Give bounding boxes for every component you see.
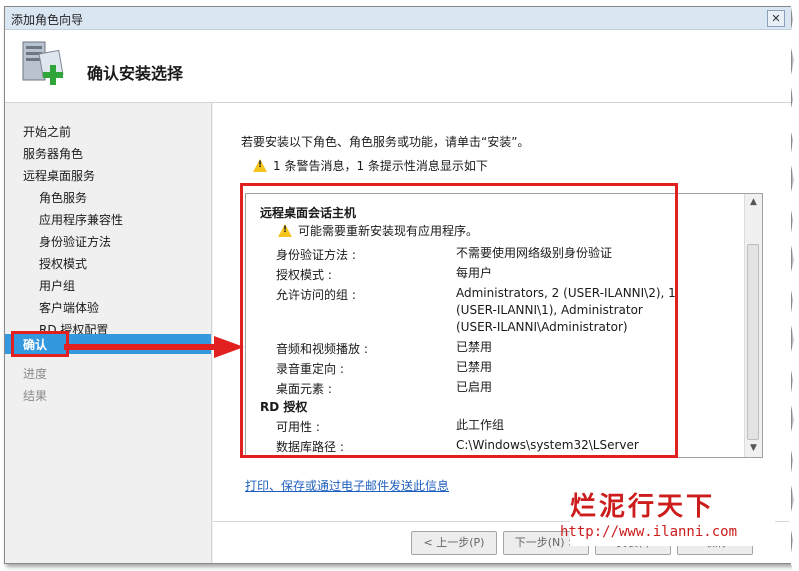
- nav-item-app-compatibility[interactable]: 应用程序兼容性: [39, 211, 123, 228]
- nav-item-role-services[interactable]: 角色服务: [39, 189, 87, 206]
- nav-item-user-groups[interactable]: 用户组: [39, 277, 75, 294]
- highlight-box-confirmation: [11, 331, 69, 357]
- nav-item-client-experience[interactable]: 客户端体验: [39, 299, 99, 316]
- nav-item-remote-desktop-services[interactable]: 远程桌面服务: [23, 167, 95, 184]
- page-title: 确认安装选择: [87, 64, 184, 83]
- warning-summary-text: 1 条警告消息，1 条提示性消息显示如下: [273, 159, 488, 173]
- nav-item-authentication-method[interactable]: 身份验证方法: [39, 233, 111, 250]
- wizard-navigation: 开始之前 服务器角色 远程桌面服务 角色服务 应用程序兼容性 身份验证方法 授权…: [5, 103, 212, 563]
- nav-item-progress: 进度: [23, 367, 48, 381]
- print-save-email-link[interactable]: 打印、保存或通过电子邮件发送此信息: [245, 477, 449, 494]
- warning-summary: 1 条警告消息，1 条提示性消息显示如下: [253, 157, 488, 174]
- scroll-thumb[interactable]: [747, 244, 759, 440]
- details-scrollbar[interactable]: ▲ ▼: [744, 194, 762, 457]
- close-button[interactable]: ✕: [767, 10, 785, 27]
- nav-item-before-you-begin[interactable]: 开始之前: [23, 123, 71, 140]
- red-arrow-icon: [64, 336, 244, 358]
- watermark-text: 烂泥行天下: [570, 492, 716, 522]
- highlight-box-details: [240, 183, 678, 458]
- scroll-down-arrow-icon[interactable]: ▼: [745, 440, 762, 457]
- title-bar: 添加角色向导 ✕: [5, 7, 791, 30]
- torn-edge-decoration: [788, 0, 799, 571]
- intro-text: 若要安装以下角色、角色服务或功能，请单击“安装”。: [241, 135, 530, 149]
- server-add-icon: [22, 41, 64, 85]
- watermark: 烂泥行天下 http://www.ilanni.com: [560, 486, 775, 546]
- wizard-header: 确认安装选择: [5, 30, 791, 103]
- nav-item-licensing-mode[interactable]: 授权模式: [39, 255, 87, 272]
- warning-icon: [253, 159, 267, 172]
- nav-item-server-roles[interactable]: 服务器角色: [23, 145, 83, 162]
- window-title: 添加角色向导: [11, 13, 84, 27]
- watermark-url: http://www.ilanni.com: [560, 524, 738, 540]
- back-button[interactable]: < 上一步(P): [411, 531, 497, 555]
- nav-item-results: 结果: [23, 389, 48, 403]
- scroll-up-arrow-icon[interactable]: ▲: [745, 194, 762, 211]
